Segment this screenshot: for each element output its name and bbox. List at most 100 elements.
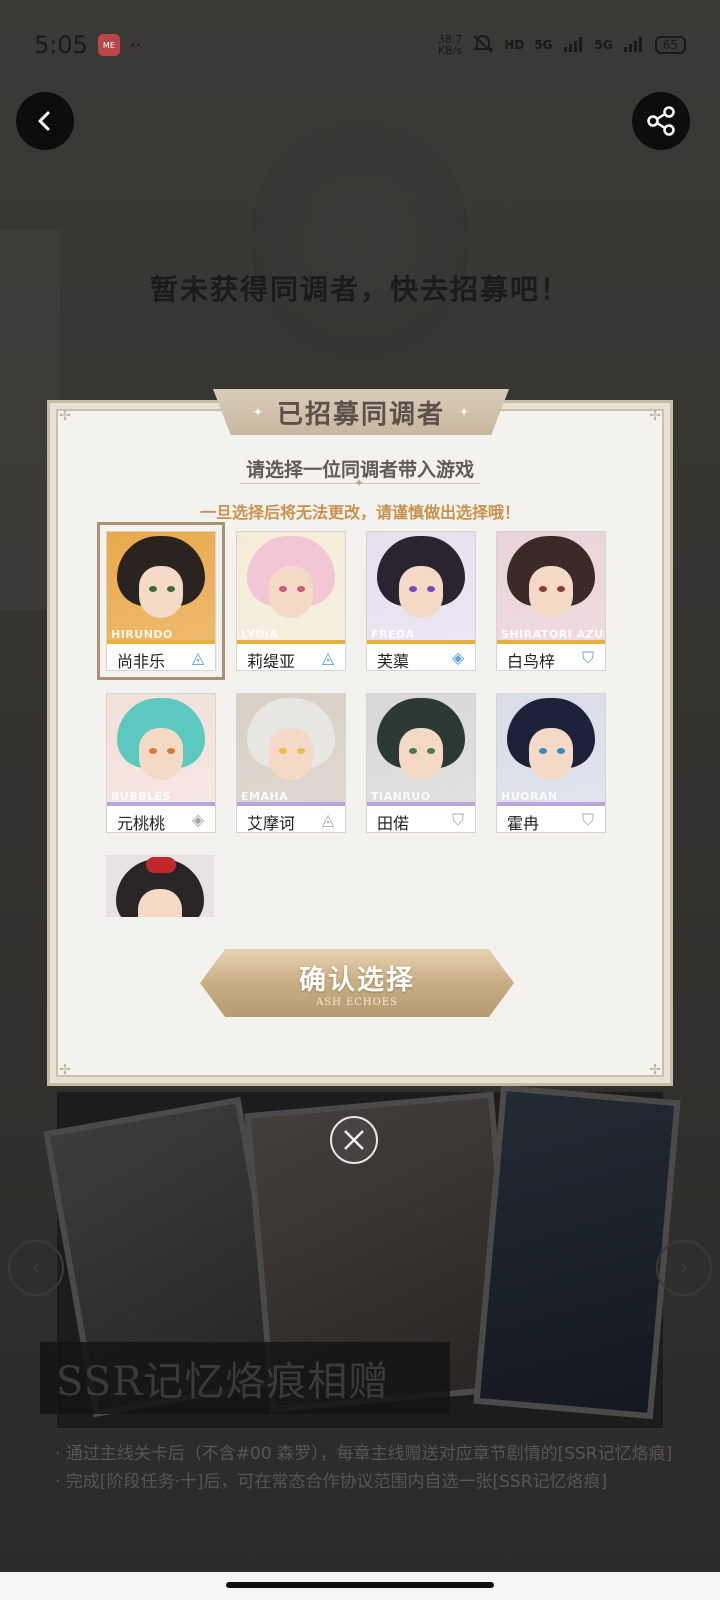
- character-name: 艾摩诃: [247, 814, 296, 833]
- hd-indicator: HD: [504, 38, 525, 52]
- triangle-icon: ◬: [191, 648, 205, 667]
- diamond-icon: ◈: [191, 810, 205, 829]
- signal-5g-1: 5G: [534, 38, 553, 52]
- status-indicators: 38.7 KB/s HD 5G 5G 65: [438, 34, 686, 57]
- portrait-eye: [297, 586, 305, 592]
- dialog-title: 已招募同调者: [276, 399, 445, 430]
- character-card[interactable]: TIANRUO 田偌 ⛉: [366, 693, 476, 833]
- portrait-eye: [279, 586, 287, 592]
- character-name: 田偌: [377, 814, 410, 833]
- corner-ornament-icon: ✢: [59, 408, 71, 424]
- corner-ornament-icon: ✢: [649, 408, 661, 424]
- character-card[interactable]: HUORAN 霍冉 ⛉: [496, 693, 606, 833]
- character-card[interactable]: HIRUNDO 尚非乐 ◬: [97, 522, 225, 680]
- back-button[interactable]: [16, 92, 74, 150]
- shield-icon: ⛉: [581, 810, 594, 829]
- empty-message: 暂未获得同调者，快去招募吧！: [149, 273, 570, 306]
- character-portrait: LYDIA: [237, 532, 345, 640]
- character-portrait: TIANRUO: [367, 694, 475, 802]
- selection-warning: 一旦选择后将无法更改，请谨慎做出选择哦！: [199, 503, 520, 522]
- reward-note: · 通过主线关卡后（不含#00 森罗），每章主线赠送对应章节剧情的[SSR记忆烙…: [55, 1444, 673, 1464]
- rarity-strip: [367, 640, 475, 644]
- character-portrait: FREDA: [367, 532, 475, 640]
- corner-ornament-icon: ✢: [59, 1062, 71, 1078]
- triangle-icon: ◬: [321, 810, 335, 829]
- portrait-eye: [409, 586, 417, 592]
- portrait-face: [529, 728, 573, 780]
- home-indicator[interactable]: [226, 1582, 494, 1588]
- reward-note: · 完成[阶段任务·十]后，可在常态合作协议范围内自选一张[SSR记忆烙痕]: [55, 1472, 608, 1492]
- rarity-strip: [237, 640, 345, 644]
- chevron-left-icon: [38, 111, 50, 131]
- portrait-eye: [149, 586, 157, 592]
- character-card[interactable]: FREDA 芙蕖 ◈: [366, 531, 476, 671]
- divider-diamond-icon: ✦: [354, 476, 365, 490]
- portrait-eye: [279, 748, 287, 754]
- character-name: 芙蕖: [377, 652, 410, 671]
- portrait-face: [529, 566, 573, 618]
- character-card[interactable]: SHIRATORI AZUSA 白鸟梓 ⛉: [496, 531, 606, 671]
- portrait-eye: [557, 586, 565, 592]
- close-dialog-button[interactable]: [330, 1116, 378, 1164]
- mute-icon: [472, 34, 494, 57]
- shield-icon: ⛉: [451, 810, 464, 829]
- rarity-strip: [497, 640, 605, 644]
- character-card[interactable]: LYDIA 莉缇亚 ◬: [236, 531, 346, 671]
- status-time: 5:05: [34, 31, 88, 59]
- character-name: 莉缇亚: [247, 652, 296, 671]
- portrait-eye: [427, 748, 435, 754]
- rarity-strip: [497, 802, 605, 806]
- character-card[interactable]: EMAHA 艾摩诃 ◬: [236, 693, 346, 833]
- more-notifications-icon: ··: [129, 34, 142, 56]
- portrait-face: [399, 728, 443, 780]
- character-card[interactable]: [106, 855, 216, 917]
- dialog-header: ✦ 已招募同调者 ✦: [213, 389, 509, 435]
- carousel-next-icon[interactable]: ›: [656, 1240, 712, 1296]
- character-portrait: BUBBLES: [107, 694, 215, 802]
- close-icon: [344, 1130, 364, 1150]
- portrait-eye: [409, 748, 417, 754]
- carousel-prev-icon[interactable]: ‹: [8, 1240, 64, 1296]
- rarity-strip: [107, 802, 215, 806]
- character-romaji-name: LYDIA: [241, 628, 279, 640]
- signal-5g-2: 5G: [594, 38, 613, 52]
- app-notification-icon: ME: [97, 34, 120, 56]
- character-portrait: HIRUNDO: [107, 532, 215, 640]
- confirm-sub-label: ASH ECHOES: [316, 997, 398, 1008]
- character-card[interactable]: BUBBLES 元桃桃 ◈: [106, 693, 216, 833]
- character-portrait: SHIRATORI AZUSA: [497, 532, 605, 640]
- share-button[interactable]: [632, 92, 690, 150]
- confirm-selection-button[interactable]: 确认选择 ASH ECHOES: [200, 949, 514, 1017]
- background-emblem: [250, 120, 470, 360]
- portrait-face: [269, 728, 313, 780]
- portrait-eye: [539, 586, 547, 592]
- character-name: 尚非乐: [117, 652, 166, 671]
- portrait-eye: [167, 748, 175, 754]
- ssr-banner: SSR记忆烙痕相赠: [40, 1342, 450, 1414]
- character-romaji-name: HUORAN: [501, 790, 558, 802]
- sparkle-icon: ✦: [252, 405, 263, 419]
- character-romaji-name: FREDA: [371, 628, 415, 640]
- character-name: 元桃桃: [117, 814, 166, 833]
- character-romaji-name: TIANRUO: [371, 790, 431, 802]
- rarity-strip: [367, 802, 475, 806]
- character-romaji-name: HIRUNDO: [111, 628, 173, 640]
- bow-icon: [146, 857, 176, 873]
- portrait-face: [399, 566, 443, 618]
- character-romaji-name: SHIRATORI AZUSA: [501, 628, 605, 640]
- battery-indicator: 65: [654, 36, 686, 54]
- character-portrait: HUORAN: [497, 694, 605, 802]
- portrait-eye: [557, 748, 565, 754]
- reward-notes: · 通过主线关卡后（不含#00 森罗），每章主线赠送对应章节剧情的[SSR记忆烙…: [55, 1440, 705, 1496]
- character-name: 霍冉: [507, 814, 540, 833]
- character-portrait: [106, 855, 214, 917]
- shield-icon: ⛉: [581, 648, 594, 667]
- character-name: 白鸟梓: [507, 652, 556, 671]
- portrait-eye: [297, 748, 305, 754]
- portrait-eye: [167, 586, 175, 592]
- sparkle-icon: ✦: [459, 405, 470, 419]
- portrait-eye: [149, 748, 157, 754]
- recruited-characters-dialog: ✢ ✢ ✢ ✢ ✦ 已招募同调者 ✦ 请选择一位同调者带入游戏 ✦ 一旦选择后将…: [47, 389, 673, 1086]
- portrait-face: [139, 728, 183, 780]
- confirm-label: 确认选择: [299, 965, 415, 996]
